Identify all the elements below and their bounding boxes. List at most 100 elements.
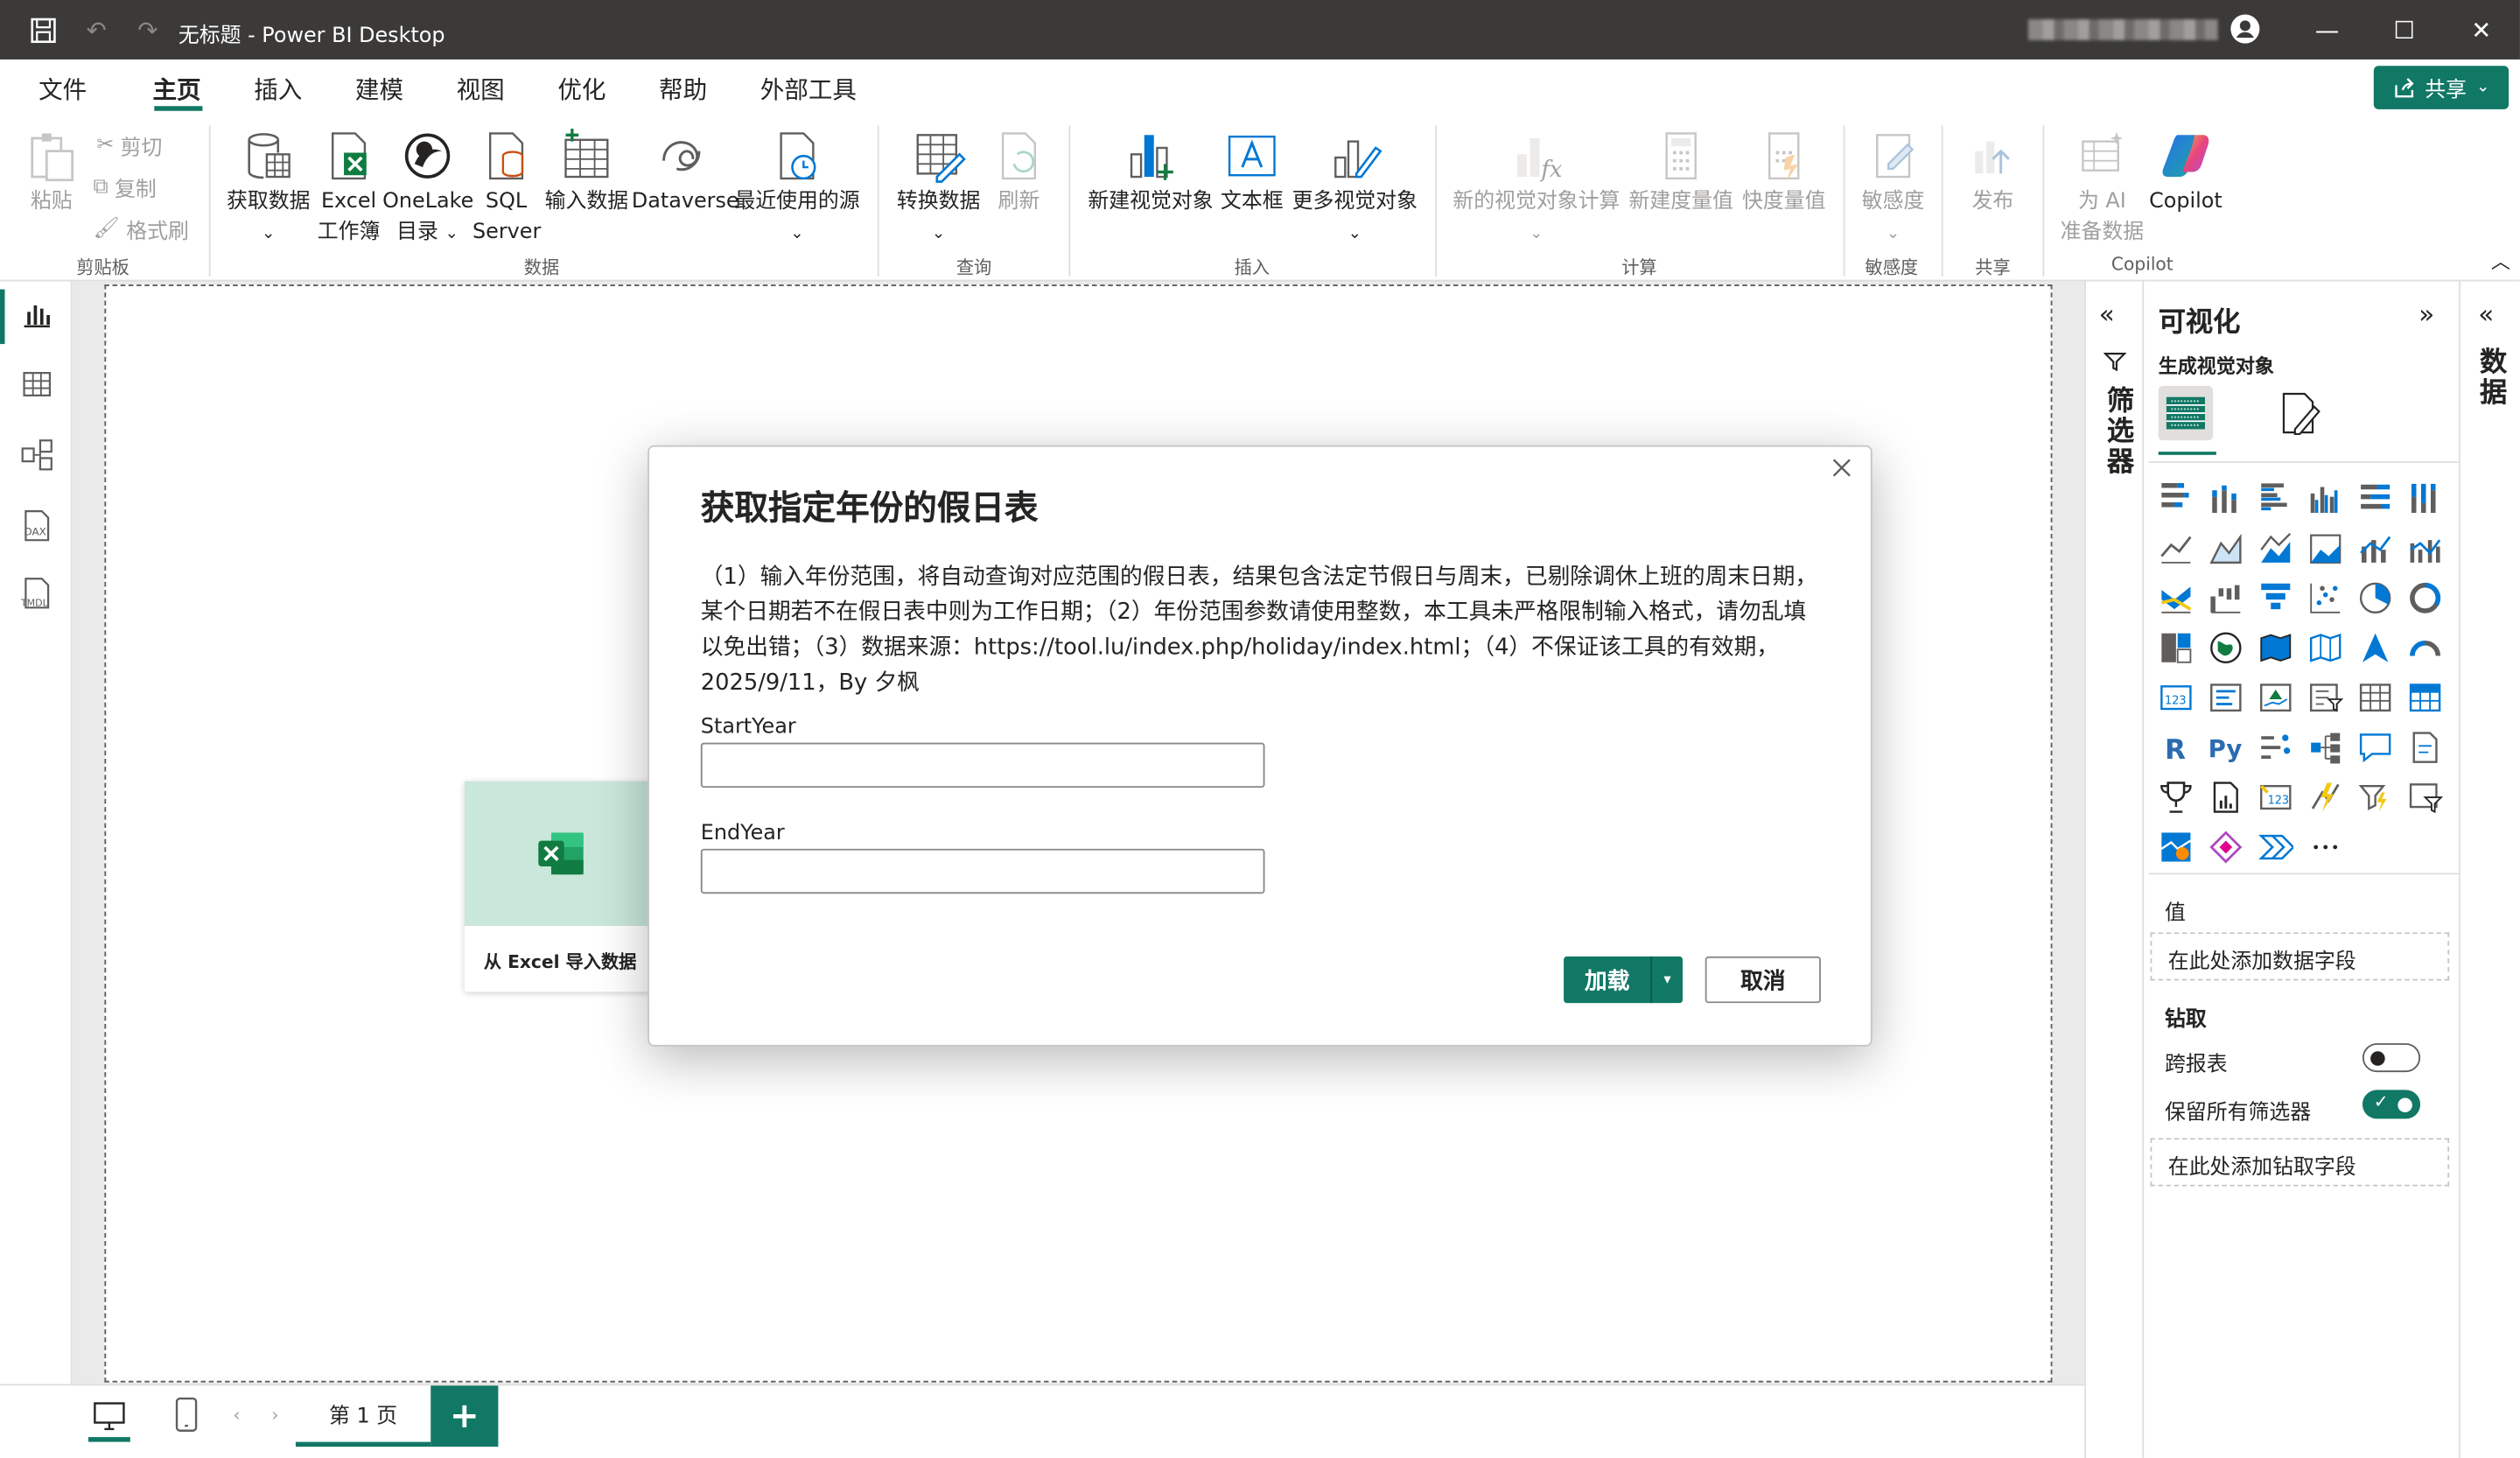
model-view-icon[interactable]: [19, 438, 54, 473]
100-stacked-area-chart-icon[interactable]: [2308, 530, 2343, 565]
excel-workbook-button[interactable]: Excel 工作簿: [313, 129, 384, 248]
copy-button[interactable]: ⧉ 复制: [94, 172, 157, 202]
next-page-icon[interactable]: ›: [271, 1405, 278, 1426]
mobile-layout-icon[interactable]: [171, 1395, 203, 1440]
waterfall-chart-icon[interactable]: [2208, 580, 2244, 615]
menu-modeling[interactable]: 建模: [355, 73, 403, 107]
sensitivity-button[interactable]: 敏感度 ⌄: [1852, 129, 1936, 249]
values-drop-zone[interactable]: 在此处添加数据字段: [2150, 932, 2450, 981]
more-visuals-icon[interactable]: [2308, 830, 2343, 865]
paginated-report-icon[interactable]: [2208, 780, 2244, 815]
r-visual-icon[interactable]: R: [2159, 730, 2194, 765]
power-apps-card-icon[interactable]: 123: [2258, 780, 2293, 815]
expand-filters-icon[interactable]: «: [2099, 299, 2115, 330]
textbox-button[interactable]: 文本框: [1218, 129, 1285, 217]
recent-sources-button[interactable]: 最近使用的源 ⌄: [732, 129, 864, 249]
publish-button[interactable]: 发布: [1954, 129, 2031, 217]
page-tab[interactable]: 第 1 页: [295, 1385, 431, 1447]
close-window-icon[interactable]: ✕: [2465, 16, 2497, 45]
get-data-button[interactable]: 获取数据 ⌄: [221, 129, 315, 249]
onelake-catalog-button[interactable]: OneLake 目录 ⌄: [382, 129, 473, 249]
load-button[interactable]: 加载 ▾: [1564, 956, 1684, 1004]
ribbon-chart-icon[interactable]: [2159, 580, 2194, 615]
add-page-button[interactable]: +: [430, 1385, 499, 1447]
table-icon[interactable]: [2357, 680, 2392, 715]
new-visual-button[interactable]: 新建视觉对象: [1083, 129, 1218, 217]
menu-external-tools[interactable]: 外部工具: [760, 73, 857, 107]
expand-data-icon[interactable]: «: [2478, 299, 2494, 330]
narrative-filter-icon[interactable]: [2407, 780, 2443, 815]
power-automate-flow-icon[interactable]: [2357, 780, 2392, 815]
collapse-visualizations-icon[interactable]: »: [2418, 299, 2434, 330]
end-year-input[interactable]: [700, 848, 1265, 894]
scatter-chart-icon[interactable]: [2308, 580, 2343, 615]
keep-all-filters-toggle[interactable]: ✓: [2362, 1090, 2421, 1119]
sql-server-button[interactable]: SQL Server: [472, 129, 541, 248]
cross-report-toggle[interactable]: [2362, 1043, 2421, 1073]
power-automate-visual-icon[interactable]: [2258, 830, 2293, 865]
save-icon[interactable]: [27, 15, 60, 47]
multi-row-card-icon[interactable]: [2208, 680, 2244, 715]
smart-narrative-icon[interactable]: [2407, 730, 2442, 765]
new-visual-calculation-button[interactable]: fx 新的视觉对象计算 ⌄: [1450, 129, 1623, 249]
tmdl-view-icon[interactable]: TMDL: [19, 576, 54, 611]
collapse-ribbon-icon[interactable]: ︿: [2491, 248, 2510, 275]
new-measure-button[interactable]: 新建度量值: [1625, 129, 1738, 217]
import-from-excel-card[interactable]: 从 Excel 导入数据: [464, 781, 658, 992]
menu-insert[interactable]: 插入: [254, 73, 302, 107]
map-icon[interactable]: [2208, 630, 2244, 665]
menu-optimize[interactable]: 优化: [557, 73, 606, 107]
more-visuals-button[interactable]: 更多视觉对象 ⌄: [1287, 129, 1422, 249]
dataverse-button[interactable]: Dataverse: [632, 129, 739, 217]
transform-data-button[interactable]: 转换数据 ⌄: [892, 129, 985, 249]
shape-map-icon[interactable]: [2308, 630, 2343, 665]
kpi-icon[interactable]: [2258, 680, 2293, 715]
funnel-chart-icon[interactable]: [2258, 580, 2293, 615]
prepare-data-for-ai-button[interactable]: 为 AI 准备数据: [2055, 129, 2149, 248]
decomposition-tree-icon[interactable]: [2308, 730, 2343, 765]
clustered-bar-chart-icon[interactable]: [2258, 480, 2293, 515]
menu-file[interactable]: 文件: [38, 73, 87, 107]
previous-page-icon[interactable]: ‹: [233, 1405, 240, 1426]
quick-measure-button[interactable]: 快度量值: [1737, 129, 1830, 217]
format-visual-tab[interactable]: [2276, 389, 2324, 444]
azure-maps-visual-icon[interactable]: [2159, 830, 2194, 865]
menu-home[interactable]: 主页: [152, 73, 200, 107]
dax-query-view-icon[interactable]: DAX: [19, 508, 54, 543]
slicer-icon[interactable]: [2308, 680, 2343, 715]
filters-pane-label[interactable]: 筛选器: [2097, 386, 2138, 478]
qa-icon[interactable]: [2357, 730, 2392, 765]
matrix-icon[interactable]: [2407, 680, 2442, 715]
menu-view[interactable]: 视图: [457, 73, 505, 107]
gauge-icon[interactable]: [2407, 630, 2442, 665]
paste-button[interactable]: 粘贴: [19, 129, 83, 217]
redo-icon[interactable]: ↷: [132, 15, 164, 47]
table-view-icon[interactable]: [19, 367, 54, 402]
share-button[interactable]: 共享 ⌄: [2373, 66, 2510, 109]
line-and-clustered-column-icon[interactable]: [2407, 530, 2442, 565]
minimize-icon[interactable]: —: [2311, 16, 2343, 45]
enter-data-button[interactable]: 输入数据: [542, 128, 632, 217]
report-view-icon[interactable]: [19, 298, 54, 333]
pie-chart-icon[interactable]: [2357, 580, 2392, 615]
100-stacked-column-chart-icon[interactable]: [2407, 480, 2442, 515]
cut-button[interactable]: ✂ 剪切: [96, 130, 162, 160]
python-visual-icon[interactable]: Py: [2208, 730, 2244, 765]
stacked-column-chart-icon[interactable]: [2208, 480, 2244, 515]
stacked-area-chart-icon[interactable]: [2258, 530, 2293, 565]
filled-map-icon[interactable]: [2258, 630, 2293, 665]
goals-icon[interactable]: [2159, 780, 2194, 815]
treemap-icon[interactable]: [2159, 630, 2194, 665]
maximize-icon[interactable]: ☐: [2388, 16, 2420, 45]
donut-chart-icon[interactable]: [2407, 580, 2442, 615]
stacked-bar-chart-icon[interactable]: [2159, 480, 2194, 515]
fabric-visual-icon[interactable]: [2208, 830, 2244, 865]
account-avatar-icon[interactable]: [2230, 13, 2262, 46]
100-stacked-bar-chart-icon[interactable]: [2357, 480, 2392, 515]
menu-help[interactable]: 帮助: [659, 73, 707, 107]
drillthrough-drop-zone[interactable]: 在此处添加钻取字段: [2150, 1138, 2450, 1187]
build-visual-tab[interactable]: [2158, 385, 2214, 441]
key-influencers-icon[interactable]: [2258, 730, 2293, 765]
area-chart-icon[interactable]: [2208, 530, 2244, 565]
undo-icon[interactable]: ↶: [80, 15, 113, 47]
